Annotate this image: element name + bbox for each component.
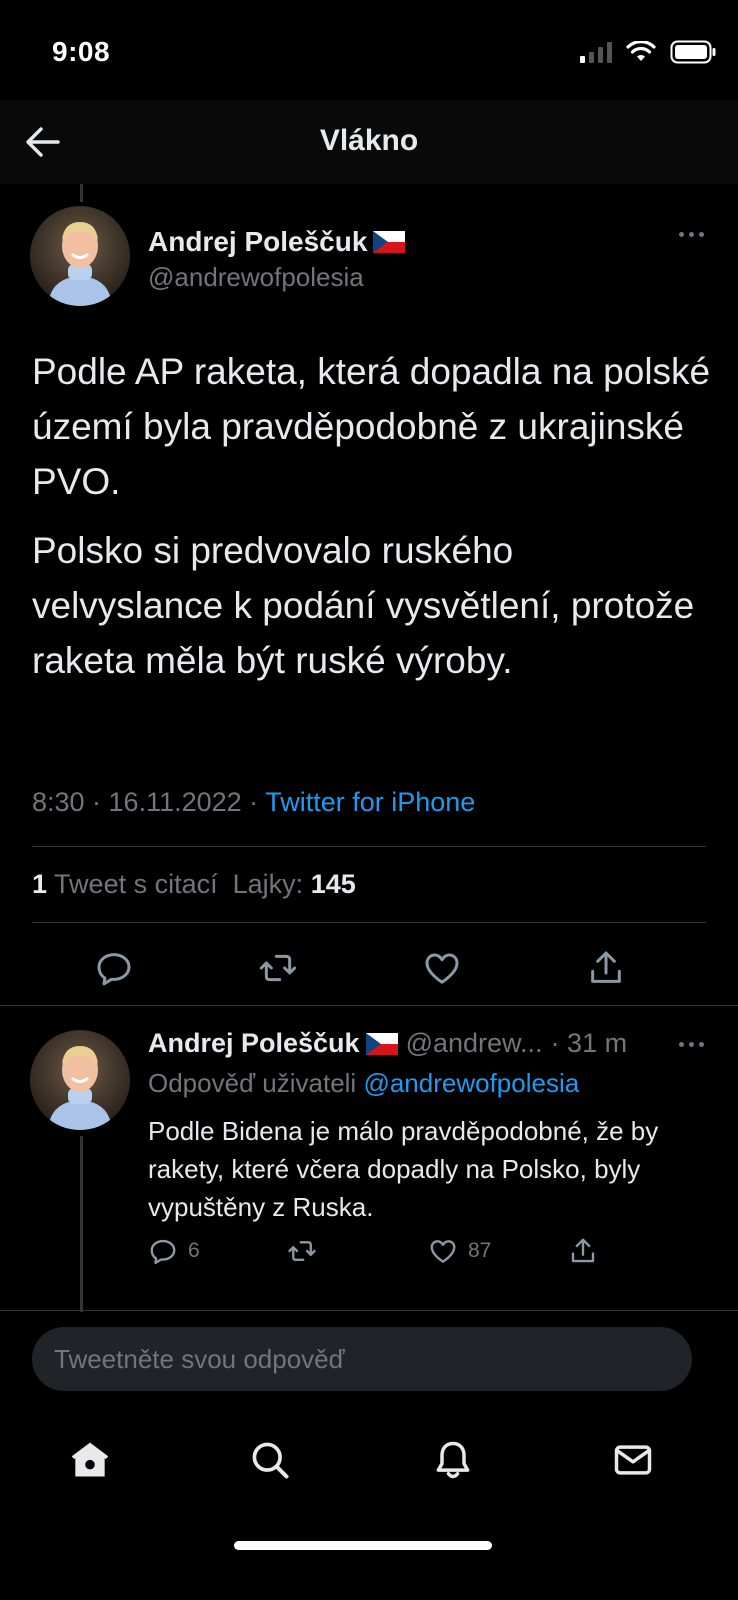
reply-icon: [150, 1239, 176, 1265]
quote-tweets-link[interactable]: 1 Tweet s citací: [32, 869, 218, 899]
replying-to-handle[interactable]: @andrewofpolesia: [363, 1068, 579, 1098]
reply-time: · 31 m: [550, 1028, 628, 1058]
retweet-button[interactable]: [250, 940, 306, 996]
dot-icon: [699, 1042, 704, 1047]
author-name[interactable]: Andrej Poleščuk: [148, 226, 406, 258]
likes-count: 145: [310, 869, 356, 899]
tweet-paragraph: Polsko si predvovalo ruského velvyslance…: [32, 530, 695, 681]
avatar[interactable]: [30, 206, 130, 306]
likes-link[interactable]: Lajky: 145: [233, 869, 356, 899]
reply-header: Andrej Poleščuk @andrew... · 31 m: [148, 1028, 627, 1059]
dot-icon: [679, 1042, 684, 1047]
dot-icon: [689, 1042, 694, 1047]
divider: [32, 922, 706, 923]
share-button[interactable]: [578, 940, 634, 996]
tweet-paragraph: Podle AP raketa, která dopadla na polské…: [32, 351, 711, 502]
replying-to: Odpověď uživateli @andrewofpolesia: [148, 1068, 579, 1099]
search-icon: [252, 1442, 289, 1479]
likes-label: Lajky:: [232, 869, 304, 899]
reply-button[interactable]: [86, 940, 142, 996]
status-time: 9:08: [52, 36, 111, 67]
retweet-icon: [288, 1241, 316, 1261]
reply-input[interactable]: [32, 1327, 692, 1391]
divider: [32, 846, 706, 847]
like-count: 87: [468, 1239, 492, 1262]
reply-actions: 6 87: [148, 1236, 708, 1272]
czech-flag-icon: [373, 231, 406, 253]
share-icon: [591, 951, 621, 983]
tweet-meta: 8:30 · 16.11.2022 · Twitter for iPhone: [32, 787, 475, 818]
page-title: Vlákno: [319, 124, 419, 157]
tweet-timestamp: 8:30 · 16.11.2022 ·: [32, 787, 266, 817]
reply-author-name[interactable]: Andrej Poleščuk: [148, 1028, 398, 1059]
share-button[interactable]: [568, 1236, 598, 1266]
bottom-tab-bar: [0, 1420, 738, 1500]
like-button[interactable]: 87: [428, 1236, 491, 1266]
home-indicator[interactable]: [234, 1541, 492, 1550]
author-name-text: Andrej Poleščuk: [148, 226, 368, 257]
dot-icon: [699, 232, 704, 237]
dot-icon: [679, 232, 684, 237]
wifi-icon: [626, 41, 656, 61]
czech-flag-icon: [365, 1032, 398, 1055]
like-button[interactable]: [414, 940, 470, 996]
replying-to-label: Odpověď uživateli: [148, 1068, 357, 1098]
more-options-button[interactable]: [679, 232, 704, 237]
heart-icon: [430, 1240, 456, 1263]
bell-icon: [436, 1441, 470, 1479]
share-icon: [571, 1238, 595, 1263]
tweet-author-row: Andrej Poleščuk @andrewofpolesia: [0, 206, 738, 306]
tweet-source-link[interactable]: Twitter for iPhone: [265, 787, 475, 817]
more-options-button[interactable]: [679, 1042, 704, 1047]
divider: [0, 1310, 738, 1311]
tweet-text: Podle AP raketa, která dopadla na polské…: [32, 344, 712, 702]
tab-home[interactable]: [60, 1430, 120, 1490]
nav-bar: Vlákno: [0, 100, 738, 184]
tweet-actions: [0, 940, 738, 996]
reply-count: 6: [188, 1239, 200, 1262]
thread-line: [80, 1136, 83, 1312]
reply-text: Podle Bidena je málo pravděpodobné, že b…: [148, 1116, 659, 1222]
mail-icon: [614, 1445, 652, 1475]
reply-composer: [32, 1327, 692, 1391]
thread-line: [80, 184, 83, 202]
tweet-stats: 1 Tweet s citací Lajky: 145: [32, 869, 356, 900]
tab-notifications[interactable]: [423, 1430, 483, 1490]
status-bar: 9:08: [0, 0, 738, 100]
reply-icon: [97, 953, 131, 986]
quote-count: 1: [32, 869, 48, 899]
signal-icon: [580, 42, 612, 63]
retweet-icon: [259, 954, 297, 982]
tab-search[interactable]: [240, 1430, 300, 1490]
author-handle[interactable]: @andrewofpolesia: [148, 262, 364, 293]
reply-button[interactable]: 6: [148, 1236, 200, 1266]
reply-author-handle[interactable]: @andrew...: [406, 1028, 543, 1059]
dot-icon: [689, 232, 694, 237]
home-icon: [71, 1442, 109, 1477]
heart-icon: [425, 953, 459, 984]
reply-author-name-text: Andrej Poleščuk: [148, 1028, 360, 1058]
quote-label: Tweet s citací: [47, 869, 218, 899]
tab-messages[interactable]: [603, 1430, 663, 1490]
status-icons: [580, 40, 716, 64]
battery-icon: [670, 40, 716, 64]
retweet-button[interactable]: [286, 1236, 318, 1266]
reply-tweet[interactable]: Andrej Poleščuk @andrew... · 31 m Odpově…: [0, 1006, 738, 1312]
avatar[interactable]: [30, 1030, 130, 1130]
